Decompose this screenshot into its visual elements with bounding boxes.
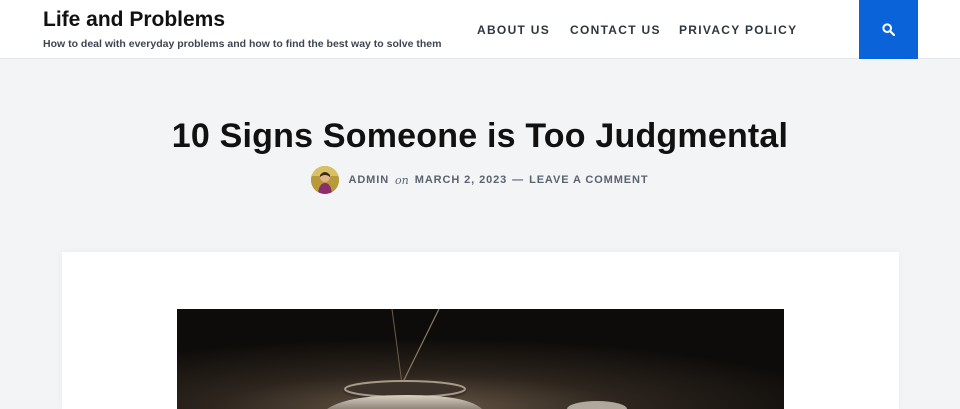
site-title[interactable]: Life and Problems	[43, 8, 225, 32]
author-avatar[interactable]	[311, 166, 340, 194]
post-title: 10 Signs Someone is Too Judgmental	[171, 117, 789, 155]
meta-on-text: on	[395, 173, 409, 187]
scales-of-justice-photo	[177, 309, 784, 409]
featured-image	[177, 309, 784, 409]
meta-separator: —	[512, 174, 525, 186]
post-date-link[interactable]: MARCH 2, 2023	[415, 174, 507, 186]
post-meta: ADMIN on MARCH 2, 2023 — LEAVE A COMMENT	[0, 166, 960, 194]
avatar-image	[311, 166, 340, 194]
site-header: Life and Problems How to deal with every…	[0, 0, 960, 59]
nav-privacy-policy[interactable]: PRIVACY POLICY	[679, 23, 797, 37]
search-icon	[882, 23, 895, 36]
nav-about-us[interactable]: ABOUT US	[477, 23, 550, 37]
author-link[interactable]: ADMIN	[348, 174, 389, 186]
leave-comment-link[interactable]: LEAVE A COMMENT	[529, 174, 648, 186]
search-button[interactable]	[859, 0, 918, 59]
nav-contact-us[interactable]: CONTACT US	[570, 23, 661, 37]
site-tagline: How to deal with everyday problems and h…	[43, 38, 442, 50]
